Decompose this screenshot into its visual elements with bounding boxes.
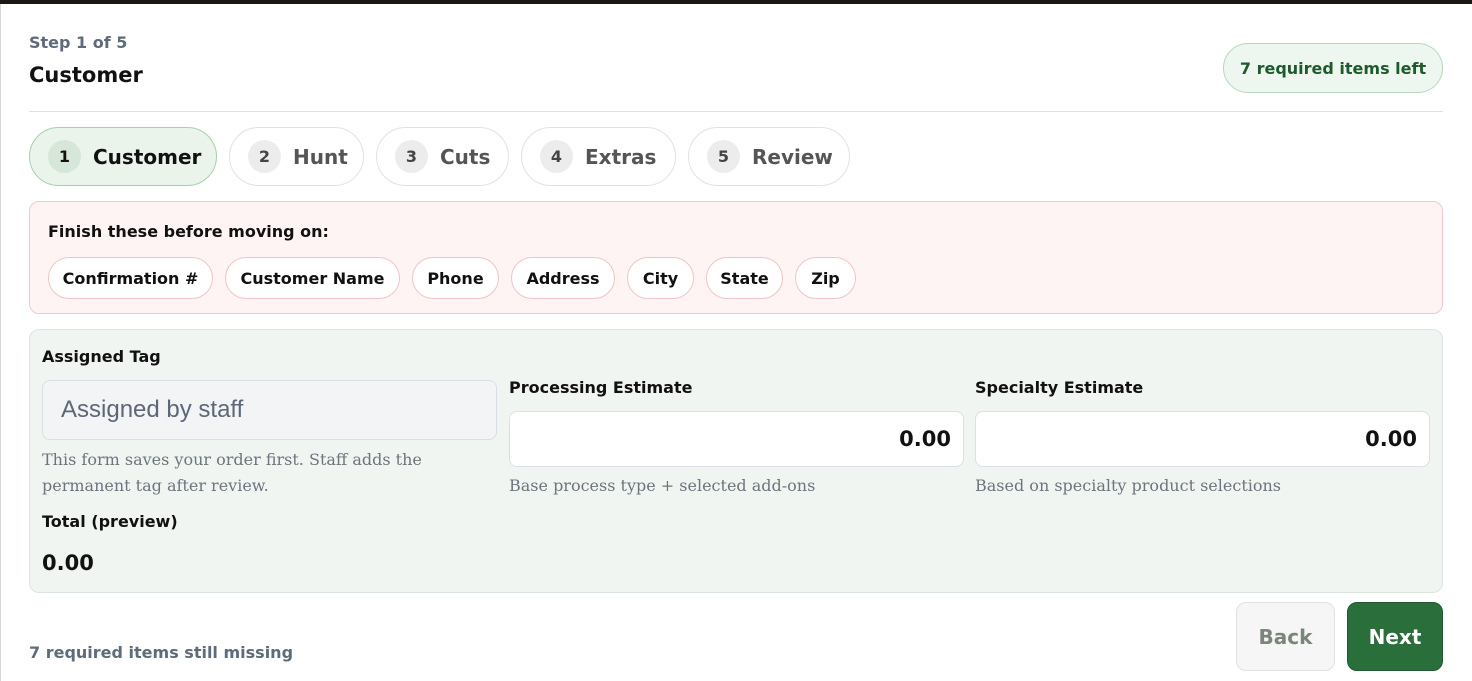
processing-estimate-label: Processing Estimate bbox=[509, 378, 693, 397]
missing-chip-zip[interactable]: Zip bbox=[795, 257, 856, 299]
step-number-badge: 4 bbox=[540, 140, 573, 173]
tab-hunt[interactable]: 2 Hunt bbox=[229, 127, 364, 186]
step-indicator: Step 1 of 5 bbox=[29, 33, 128, 52]
specialty-estimate-label: Specialty Estimate bbox=[975, 378, 1144, 397]
alert-title: Finish these before moving on: bbox=[48, 222, 329, 241]
tab-label: Customer bbox=[93, 144, 202, 169]
frame-border bbox=[0, 4, 1, 681]
step-number-badge: 5 bbox=[707, 140, 740, 173]
window-top-bar bbox=[0, 0, 1472, 4]
total-preview-label: Total (preview) bbox=[42, 512, 178, 531]
step-number-badge: 3 bbox=[395, 140, 428, 173]
header-divider bbox=[29, 111, 1443, 112]
next-button[interactable]: Next bbox=[1347, 602, 1443, 671]
missing-fields-alert: Finish these before moving on: Confirmat… bbox=[29, 201, 1443, 314]
total-preview-value: 0.00 bbox=[42, 551, 94, 575]
tab-customer[interactable]: 1 Customer bbox=[29, 127, 217, 186]
assigned-tag-help: This form saves your order first. Staff … bbox=[42, 450, 422, 495]
tab-label: Cuts bbox=[440, 144, 491, 169]
missing-items-status: 7 required items still missing bbox=[29, 643, 294, 662]
specialty-estimate-input[interactable] bbox=[975, 411, 1430, 467]
missing-chip-customer-name[interactable]: Customer Name bbox=[225, 257, 400, 299]
tab-label: Hunt bbox=[293, 144, 348, 169]
page-title: Customer bbox=[29, 63, 143, 87]
tab-label: Review bbox=[752, 144, 833, 169]
tab-label: Extras bbox=[585, 144, 657, 169]
required-items-badge: 7 required items left bbox=[1223, 43, 1443, 93]
tab-extras[interactable]: 4 Extras bbox=[521, 127, 676, 186]
missing-chip-confirmation[interactable]: Confirmation # bbox=[48, 257, 213, 299]
back-button[interactable]: Back bbox=[1236, 602, 1335, 671]
processing-estimate-help: Base process type + selected add-ons bbox=[509, 476, 816, 495]
step-number-badge: 2 bbox=[248, 140, 281, 173]
step-number-badge: 1 bbox=[48, 140, 81, 173]
estimates-panel: Assigned Tag This form saves your order … bbox=[29, 329, 1443, 593]
missing-chip-address[interactable]: Address bbox=[511, 257, 615, 299]
specialty-estimate-help: Based on specialty product selections bbox=[975, 476, 1282, 495]
missing-chip-phone[interactable]: Phone bbox=[412, 257, 499, 299]
assigned-tag-input[interactable] bbox=[42, 380, 497, 440]
assigned-tag-label: Assigned Tag bbox=[42, 347, 161, 366]
tab-cuts[interactable]: 3 Cuts bbox=[376, 127, 509, 186]
missing-chip-city[interactable]: City bbox=[627, 257, 694, 299]
missing-chip-state[interactable]: State bbox=[706, 257, 783, 299]
tab-review[interactable]: 5 Review bbox=[688, 127, 850, 186]
processing-estimate-input[interactable] bbox=[509, 411, 964, 467]
